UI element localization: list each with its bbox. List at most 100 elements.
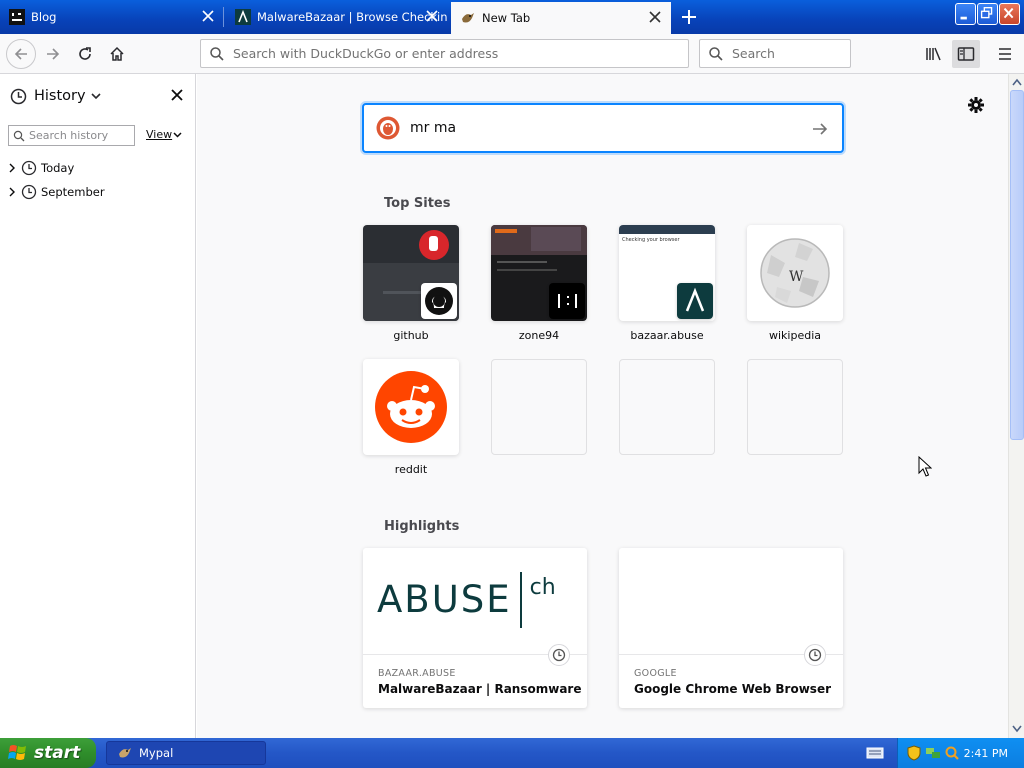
close-sidebar-icon[interactable] [168, 86, 186, 104]
visited-clock-badge [804, 644, 826, 666]
forward-button[interactable] [39, 40, 67, 68]
view-menu-button[interactable]: View [146, 128, 182, 141]
highlight-card-google[interactable]: GOOGLE Google Chrome Web Browser [619, 548, 843, 708]
tab-blog[interactable]: Blog [0, 3, 224, 31]
highlight-source: GOOGLE [634, 668, 677, 679]
close-icon [1003, 7, 1014, 19]
gear-icon[interactable] [966, 95, 986, 115]
sidebar-header[interactable]: History [10, 84, 186, 108]
home-button[interactable] [103, 40, 131, 68]
restore-button[interactable] [977, 3, 998, 25]
zone94-badge [549, 283, 585, 319]
site-thumbnail: Checking your browser [619, 225, 715, 321]
search-query-text: mr ma [410, 120, 457, 136]
back-button[interactable] [6, 39, 36, 69]
taskbar-item-label: Mypal [139, 746, 174, 760]
logo-main-text: ABUSE [377, 578, 512, 621]
taskbar-clock[interactable]: 2:41 PM [964, 747, 1008, 760]
reload-icon [79, 47, 91, 60]
address-bar[interactable]: Search with DuckDuckGo or enter address [200, 39, 689, 68]
search-bar[interactable]: Search [699, 39, 851, 68]
wikipedia-globe-icon: W [760, 238, 830, 308]
clock-icon [552, 648, 566, 662]
security-shield-icon[interactable] [906, 745, 922, 761]
site-thumbnail: W [747, 225, 843, 321]
top-site-reddit[interactable]: reddit [363, 359, 459, 476]
clock-icon [21, 160, 37, 176]
site-label: zone94 [518, 329, 560, 342]
tab-title: Blog [31, 10, 57, 24]
duckduckgo-search-input[interactable]: mr ma [362, 103, 844, 153]
close-window-button[interactable] [999, 3, 1020, 25]
minimize-button[interactable] [955, 3, 976, 25]
highlight-card-bazaar[interactable]: ABUSE ch BAZAAR.ABUSE MalwareBazaar | Ra… [363, 548, 587, 708]
arrow-right-icon[interactable] [810, 119, 830, 139]
chevron-right-icon[interactable] [6, 162, 18, 174]
start-button[interactable]: start [0, 738, 96, 768]
sidebar-icon [957, 47, 975, 61]
history-group-label: September [41, 185, 105, 199]
search-icon [709, 46, 723, 61]
top-site-zone94[interactable]: zone94 [491, 225, 587, 342]
scroll-up-arrow-icon[interactable] [1010, 75, 1024, 90]
keyboard-icon[interactable] [866, 746, 884, 760]
new-tab-plus-icon[interactable] [676, 5, 702, 29]
network-icon[interactable] [925, 745, 941, 761]
sidebar-title: History [34, 88, 86, 104]
reload-button[interactable] [71, 40, 99, 68]
history-clock-icon [10, 88, 27, 104]
hamburger-menu-icon [999, 48, 1011, 60]
mypal-app-icon [119, 748, 131, 758]
sidebar-toggle-button[interactable] [952, 40, 980, 68]
github-badge [421, 283, 457, 319]
close-tab-icon[interactable] [425, 9, 439, 23]
top-site-empty [747, 359, 843, 455]
menu-button[interactable] [991, 40, 1019, 68]
site-thumbnail [491, 225, 587, 321]
tab-new-tab[interactable]: New Tab [451, 2, 671, 34]
site-thumbnail [363, 225, 459, 321]
new-tab-page: mr ma Top Sites github zone94 Checking y… [197, 74, 1008, 738]
library-icon [926, 47, 941, 61]
mouse-cursor-icon [918, 456, 932, 477]
abuse-ch-badge [677, 283, 713, 319]
highlight-image: ABUSE ch [363, 548, 587, 655]
history-group-september[interactable]: September [6, 182, 105, 202]
search-history-input[interactable]: Search history [8, 125, 135, 146]
abuse-ch-icon [685, 287, 705, 312]
top-site-bazaar-abuse[interactable]: Checking your browser bazaar.abuse [619, 225, 715, 342]
tab-title: MalwareBazaar | Browse Checking [257, 10, 448, 24]
search-icon [13, 130, 25, 141]
start-label: start [34, 743, 81, 763]
top-site-github[interactable]: github [363, 225, 459, 342]
history-sidebar: History Search history View Today Septem… [0, 74, 196, 738]
chevron-down-icon [91, 93, 101, 100]
tab-malwarebazaar[interactable]: MalwareBazaar | Browse Checking [226, 3, 448, 31]
abuse-ch-logo: ABUSE ch [377, 572, 556, 628]
close-tab-icon[interactable] [201, 9, 215, 23]
search-magnifier-icon[interactable] [944, 745, 960, 761]
history-group-today[interactable]: Today [6, 158, 74, 178]
tab-strip: Blog MalwareBazaar | Browse Checking New… [0, 0, 1024, 34]
taskbar-item-mypal[interactable]: Mypal [106, 741, 266, 765]
zone94-icon [558, 294, 577, 308]
highlights-heading: Highlights [384, 519, 460, 534]
windows-logo-icon [8, 745, 26, 760]
address-bar-placeholder: Search with DuckDuckGo or enter address [233, 46, 499, 61]
restore-icon [980, 6, 993, 19]
search-history-placeholder: Search history [29, 129, 109, 142]
library-button[interactable] [920, 40, 948, 68]
site-thumbnail [363, 359, 459, 455]
top-site-wikipedia[interactable]: W wikipedia [747, 225, 843, 342]
site-label: reddit [394, 463, 428, 476]
scroll-down-arrow-icon[interactable] [1010, 721, 1024, 736]
scrollbar-thumb[interactable] [1010, 90, 1024, 440]
close-tab-icon[interactable] [648, 10, 662, 24]
reddit-icon [375, 371, 447, 443]
blog-favicon-icon [9, 9, 25, 25]
vertical-scrollbar[interactable] [1008, 74, 1024, 738]
chevron-right-icon[interactable] [6, 186, 18, 198]
top-site-empty [491, 359, 587, 455]
clock-icon [21, 184, 37, 200]
svg-text:W: W [789, 269, 804, 285]
